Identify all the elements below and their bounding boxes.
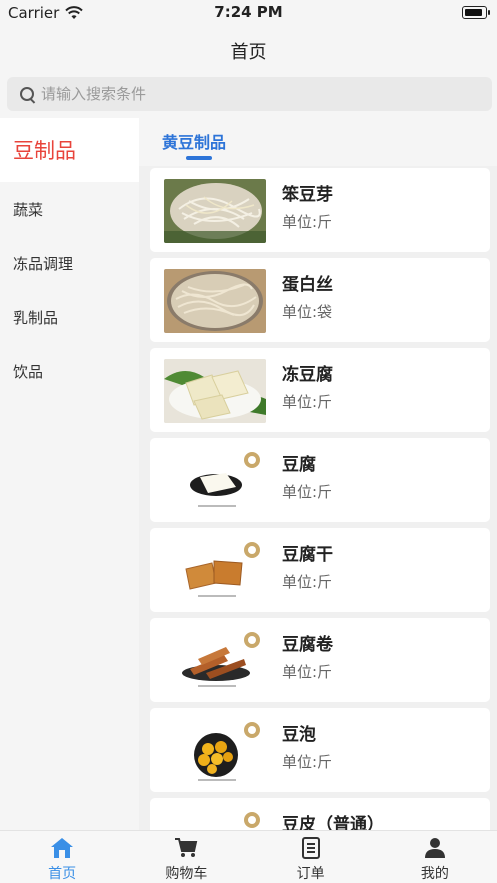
product-panel: 黄豆制品 笨豆芽 单位:斤 蛋白丝 单位:袋 冻豆腐 单位:斤 豆腐 单位:斤 … — [139, 118, 497, 830]
search-icon — [7, 77, 41, 111]
status-time: 7:24 PM — [214, 3, 283, 21]
tofu-puff-photo — [164, 719, 266, 783]
search-bar — [0, 72, 497, 118]
product-name: 豆腐卷 — [282, 635, 333, 655]
bottom-tab-bar: 首页 购物车 订单 我的 — [0, 830, 497, 883]
search-box[interactable] — [7, 77, 492, 111]
product-unit: 单位:斤 — [282, 573, 333, 591]
sidebar-item-dairy[interactable]: 乳制品 — [0, 290, 139, 344]
sidebar-item-label: 蔬菜 — [13, 200, 44, 219]
product-card[interactable]: 冻豆腐 单位:斤 — [150, 348, 490, 432]
search-input[interactable] — [41, 77, 492, 111]
subcategory-tabs: 黄豆制品 — [139, 118, 497, 166]
home-icon — [51, 838, 74, 858]
page-title: 首页 — [230, 42, 267, 63]
dried-tofu-photo — [164, 539, 266, 603]
tofu-roll-photo — [164, 629, 266, 693]
product-unit: 单位:斤 — [282, 393, 333, 411]
product-card[interactable]: 笨豆芽 单位:斤 — [150, 168, 490, 252]
product-card[interactable]: 豆泡 单位:斤 — [150, 708, 490, 792]
product-unit: 单位:斤 — [282, 753, 333, 771]
product-name: 豆皮（普通） — [282, 815, 384, 830]
product-card[interactable]: 豆腐干 单位:斤 — [150, 528, 490, 612]
tab-home[interactable]: 首页 — [0, 831, 124, 883]
tab-orders[interactable]: 订单 — [249, 831, 373, 883]
tab-label: 我的 — [420, 866, 449, 882]
product-card[interactable]: 豆腐 单位:斤 — [150, 438, 490, 522]
product-name: 笨豆芽 — [282, 185, 333, 205]
product-card[interactable]: 豆腐卷 单位:斤 — [150, 618, 490, 702]
tab-profile[interactable]: 我的 — [373, 831, 497, 883]
nav-bar: 首页 — [0, 26, 497, 72]
bean-sprouts-photo — [164, 179, 266, 243]
product-unit: 单位:袋 — [282, 303, 333, 321]
battery-fill — [465, 9, 482, 16]
product-name: 豆腐干 — [282, 545, 333, 565]
tab-label: 订单 — [296, 866, 325, 882]
sidebar-item-frozen-prepared[interactable]: 冻品调理 — [0, 236, 139, 290]
sidebar-item-label: 乳制品 — [13, 308, 59, 327]
tofu-skin-photo — [164, 809, 266, 830]
product-name: 豆泡 — [282, 725, 316, 745]
product-card[interactable]: 豆皮（普通） — [150, 798, 490, 830]
product-name: 蛋白丝 — [282, 275, 333, 295]
sidebar-item-label: 饮品 — [13, 362, 44, 381]
frozen-tofu-photo — [164, 359, 266, 423]
sidebar-item-soy-products[interactable]: 豆制品 — [0, 118, 139, 182]
tab-cart[interactable]: 购物车 — [124, 831, 248, 883]
cart-icon — [175, 838, 198, 857]
tab-label: 购物车 — [165, 866, 208, 882]
status-bar: Carrier 7:24 PM — [0, 0, 497, 26]
product-unit: 单位:斤 — [282, 213, 333, 231]
product-name: 冻豆腐 — [282, 365, 333, 385]
product-unit: 单位:斤 — [282, 483, 333, 501]
battery-icon — [462, 6, 490, 19]
product-card[interactable]: 蛋白丝 单位:袋 — [150, 258, 490, 342]
category-sidebar: 豆制品 蔬菜 冻品调理 乳制品 饮品 — [0, 118, 139, 830]
tab-soybean-products[interactable]: 黄豆制品 — [162, 129, 226, 153]
tofu-shreds-photo — [164, 269, 266, 333]
product-list: 笨豆芽 单位:斤 蛋白丝 单位:袋 冻豆腐 单位:斤 豆腐 单位:斤 豆腐干 单… — [139, 166, 497, 830]
tab-indicator — [186, 156, 212, 160]
sidebar-item-drinks[interactable]: 饮品 — [0, 344, 139, 398]
tofu-photo — [164, 449, 266, 513]
product-name: 豆腐 — [282, 455, 316, 475]
sidebar-item-vegetables[interactable]: 蔬菜 — [0, 182, 139, 236]
tab-label: 首页 — [48, 866, 77, 882]
order-icon — [301, 837, 320, 859]
user-icon — [424, 838, 445, 858]
sidebar-item-label: 豆制品 — [13, 139, 76, 163]
product-unit: 单位:斤 — [282, 663, 333, 681]
sidebar-item-label: 冻品调理 — [13, 254, 74, 273]
